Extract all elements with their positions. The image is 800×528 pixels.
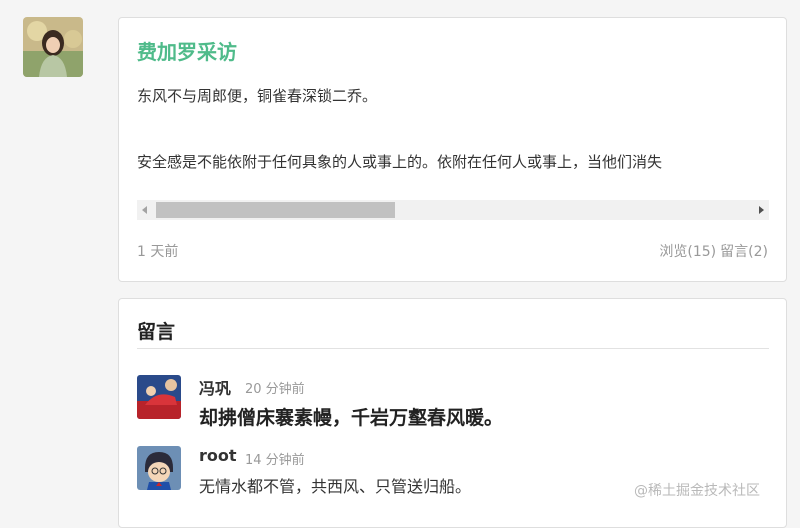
scroll-right-arrow-icon[interactable] [752,200,769,220]
divider [137,348,769,349]
post-body: 东风不与周郎便，铜雀春深锁二乔。 安全感是不能依附于任何具象的人或事上的。依附在… [137,86,769,182]
author-avatar[interactable] [23,17,83,77]
post-paragraph: 安全感是不能依附于任何具象的人或事上的。依附在任何人或事上，当他们消失 [137,153,663,171]
comment-text: 却拂僧床褰素幔，千岩万壑春风暖。 [199,407,504,429]
commenter-avatar[interactable] [137,375,181,419]
post-stats: 浏览(15) 留言(2) [659,241,768,261]
scroll-left-arrow-icon[interactable] [137,200,154,220]
commenter-avatar[interactable] [137,446,181,490]
post-title[interactable]: 费加罗采访 [137,36,237,65]
commenter-name[interactable]: 冯巩 [199,375,231,399]
post-timestamp: 1 天前 [137,244,179,260]
comment-count[interactable]: 留言(2) [720,244,768,260]
comment-timestamp: 14 分钟前 [245,453,305,468]
post-paragraph: 东风不与周郎便，铜雀春深锁二乔。 [137,87,378,105]
comment-timestamp: 20 分钟前 [245,382,305,397]
horizontal-scrollbar[interactable] [137,200,769,220]
comment-text: 无情水都不管，共西风、只管送归船。 [199,477,472,496]
scrollbar-thumb[interactable] [156,202,395,218]
watermark: @稀土掘金技术社区 [634,483,760,499]
post-card: 费加罗采访 东风不与周郎便，铜雀春深锁二乔。 安全感是不能依附于任何具象的人或事… [118,17,787,282]
commenter-name[interactable]: root [199,446,237,465]
view-count: 浏览(15) [659,244,717,260]
comments-heading: 留言 [137,321,176,343]
